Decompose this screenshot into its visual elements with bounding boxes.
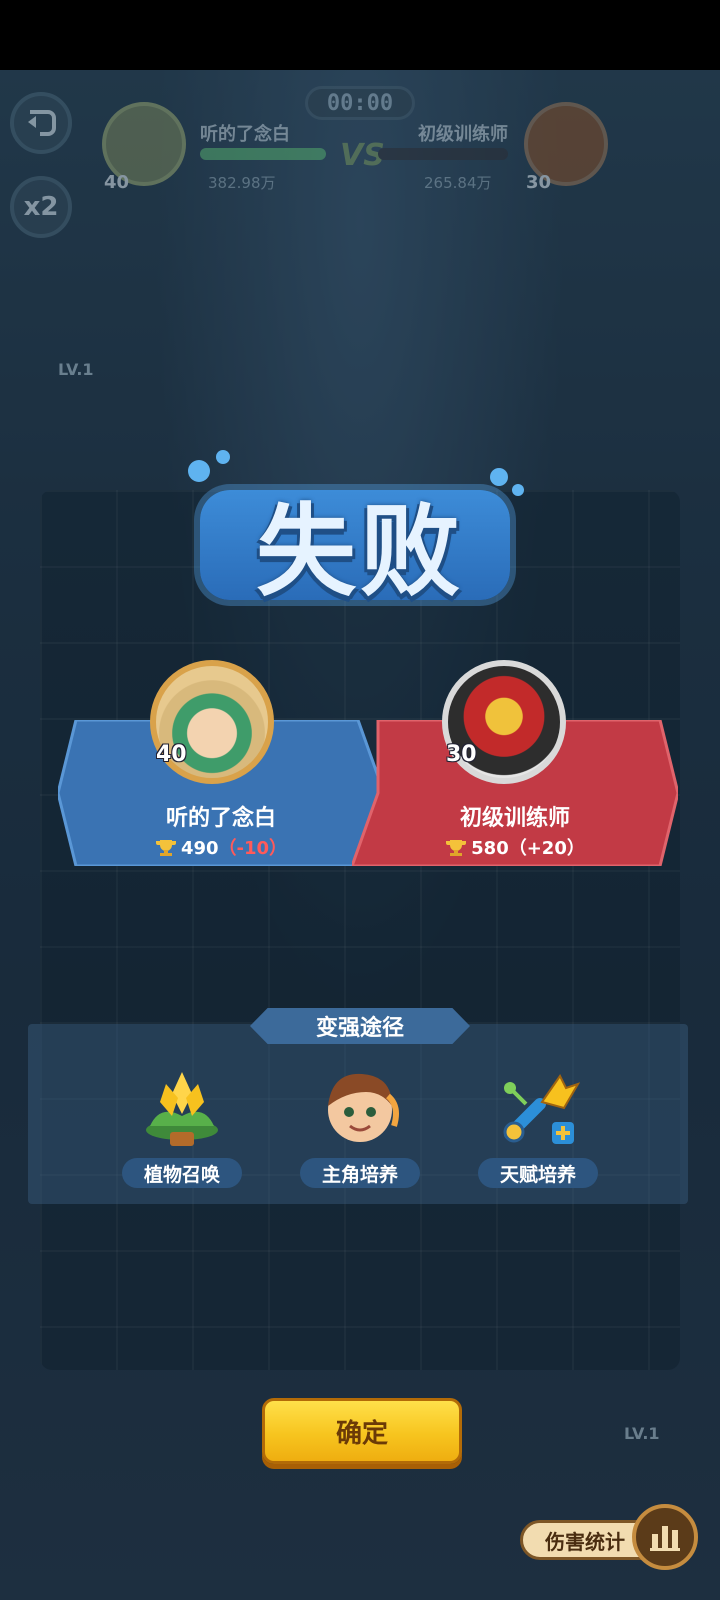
trophy-delta: （-10） (218, 838, 288, 859)
result-title: 失败 (256, 493, 464, 610)
left-hud-name: 听的了念白 (200, 124, 290, 145)
speed-button[interactable]: x2 (10, 176, 72, 238)
battle-hud: x2 00:00 40 听的了念白 382.98万 VS 初级训练师 265.8… (0, 80, 720, 238)
splash-drop (216, 450, 230, 464)
player-panel-left: 40 听的了念白 490（-10） (58, 660, 384, 866)
opponent-level: 30 (446, 742, 477, 767)
trophy-count: 580 (471, 838, 509, 859)
right-hud-level: 30 (526, 172, 552, 193)
player-panel-right: 30 初级训练师 580（+20） (352, 660, 678, 866)
confirm-button[interactable]: 确定 (262, 1398, 462, 1464)
talent-wrench-icon (503, 1074, 580, 1144)
path-label: 植物召唤 (122, 1158, 242, 1188)
trophy-icon (446, 840, 467, 856)
damage-stats-button[interactable]: 伤害统计 (520, 1504, 700, 1574)
back-button[interactable] (10, 92, 72, 154)
bar-chart-icon (632, 1504, 698, 1570)
hero-portrait-icon (328, 1073, 399, 1142)
speed-label: x2 (23, 192, 59, 222)
right-hud-power: 265.84万 (424, 174, 492, 192)
battle-timer: 00:00 (305, 86, 415, 120)
path-hero-training[interactable]: 主角培养 (290, 1066, 430, 1196)
player-score: 490（-10） (58, 834, 384, 860)
opponent-name: 初级训练师 (459, 806, 570, 831)
trophy-count: 490 (180, 838, 219, 859)
left-lv-marker: LV.1 (58, 360, 94, 379)
path-plant-summon[interactable]: 植物召唤 (112, 1066, 252, 1196)
path-label: 天赋培养 (478, 1158, 598, 1188)
trophy-icon (155, 840, 176, 856)
left-hud-level: 40 (104, 172, 130, 193)
opponent-score: 580（+20） (352, 834, 678, 860)
defeat-banner: 失败 (180, 450, 540, 620)
left-hp-bar (200, 148, 326, 160)
path-talent-training[interactable]: 天赋培养 (468, 1066, 608, 1196)
damage-stats-label: 伤害统计 (545, 1529, 625, 1554)
path-label: 主角培养 (300, 1158, 420, 1188)
status-bar (0, 0, 720, 70)
right-hp-bar (378, 148, 508, 160)
improve-header: 变强途径 (250, 1008, 470, 1044)
right-hud-name: 初级训练师 (418, 124, 508, 145)
back-arrow-icon (28, 110, 56, 136)
player-name: 听的了念白 (165, 806, 276, 831)
left-hud-power: 382.98万 (208, 174, 276, 192)
plant-summon-icon (146, 1072, 218, 1146)
player-level: 40 (156, 742, 187, 767)
right-lv-marker: LV.1 (624, 1424, 660, 1443)
trophy-delta: （+20） (508, 838, 585, 859)
